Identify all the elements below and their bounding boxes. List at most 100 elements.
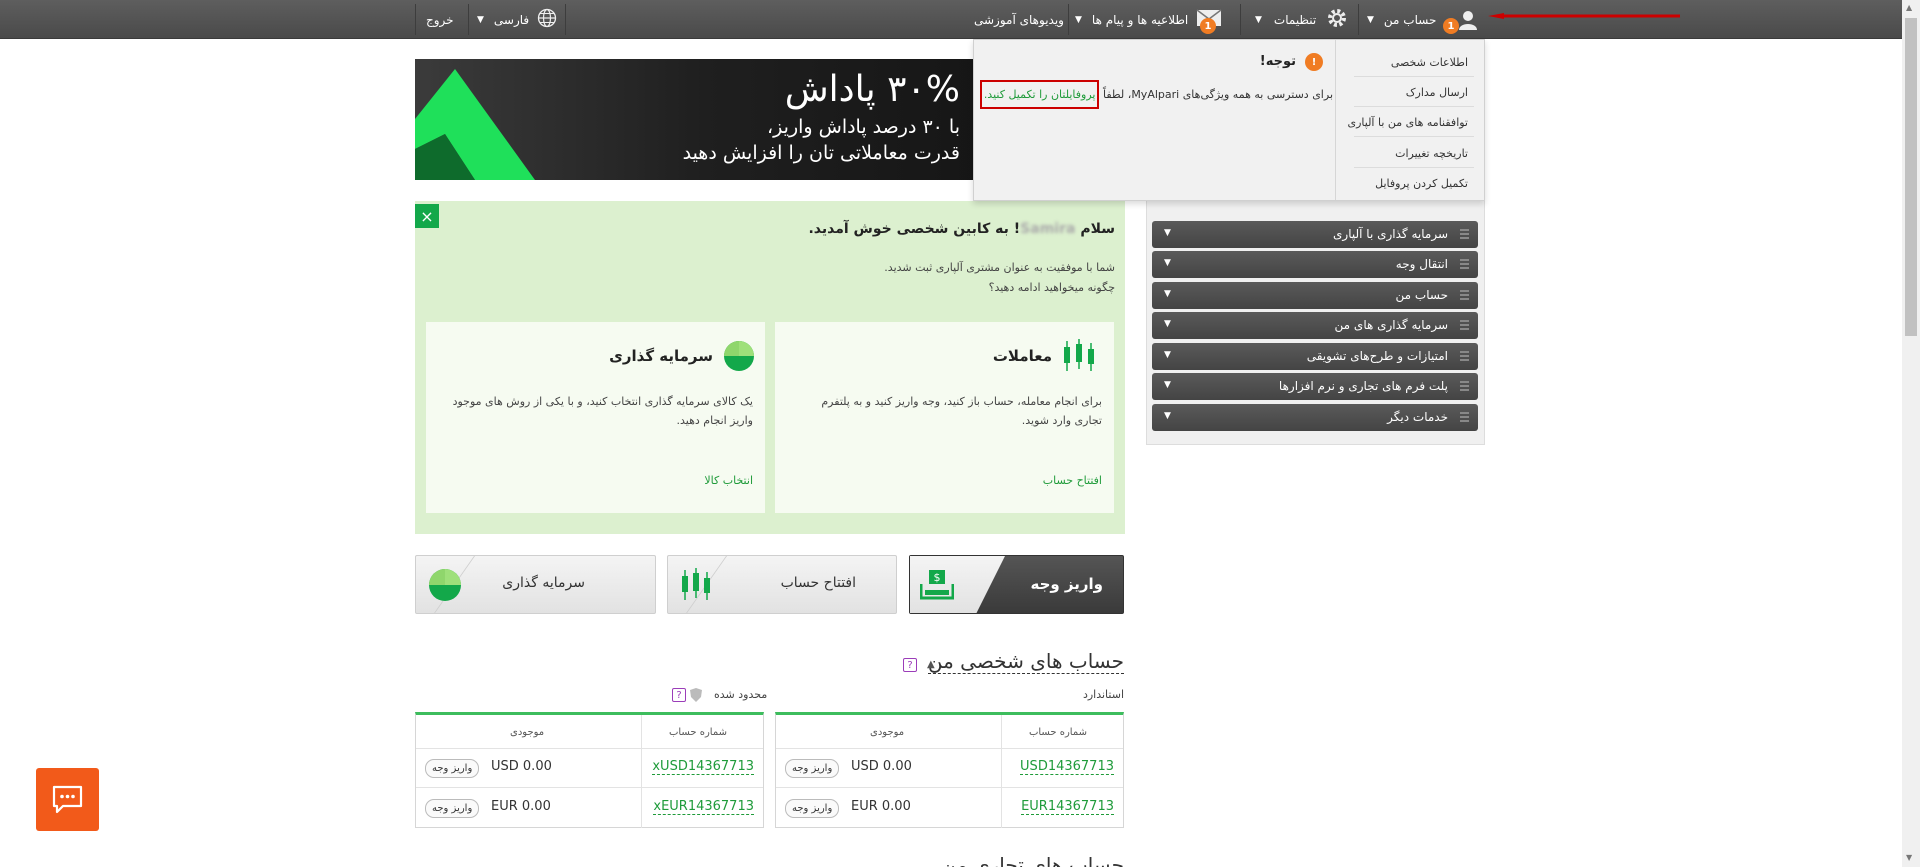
- banner-arrow-graphic: [415, 69, 535, 180]
- chat-bubble-icon: [52, 785, 83, 814]
- account-link-eur[interactable]: EUR14367713: [1021, 799, 1114, 815]
- deposit-small-button[interactable]: واریز وجه: [785, 759, 840, 778]
- deposit-icon: $: [920, 570, 954, 600]
- balance-usd: USD 0.00: [491, 759, 552, 774]
- chevron-down-icon: ▼: [1164, 319, 1171, 329]
- sidebar-item-platforms[interactable]: پلت فرم های تجاری و نرم افزارها ▼: [1152, 373, 1478, 400]
- chevron-down-icon: ▼: [1164, 350, 1171, 360]
- grip-icon: [1460, 320, 1469, 330]
- my-account-menu[interactable]: ▼ حساب من: [1367, 0, 1442, 39]
- settings-menu[interactable]: ▼ تنظیمات: [1255, 0, 1351, 39]
- limited-accounts-table: شماره حساب موجودی xUSD14367713 USD 0.00 …: [415, 712, 764, 828]
- close-icon[interactable]: ×: [415, 204, 439, 228]
- row-divider: [776, 748, 1123, 749]
- welcome-line-1: شما با موفقیت به عنوان مشتری آلپاری ثبت …: [884, 261, 1115, 274]
- account-link-xeur[interactable]: xEUR14367713: [653, 799, 754, 815]
- column-header-account: شماره حساب: [1028, 727, 1087, 738]
- live-chat-button[interactable]: [36, 768, 99, 831]
- deposit-small-button[interactable]: واریز وجه: [785, 799, 840, 818]
- row-divider: [416, 787, 763, 788]
- column-divider: [641, 715, 642, 828]
- divider: [1068, 4, 1069, 35]
- help-icon[interactable]: ?: [903, 658, 917, 672]
- row-divider: [416, 748, 763, 749]
- deposit-button[interactable]: $ واریز وجه: [909, 555, 1124, 614]
- banner-title: ۳۰% پاداش: [784, 69, 960, 110]
- deposit-small-button[interactable]: واریز وجه: [425, 799, 480, 818]
- personal-accounts-title[interactable]: حساب های شخصی من: [927, 649, 1124, 674]
- column-header-account: شماره حساب: [668, 727, 727, 738]
- chevron-down-icon: ▼: [1164, 380, 1171, 390]
- language-selector[interactable]: ▼ فارسی: [477, 0, 557, 39]
- warning-icon: !: [1305, 53, 1323, 71]
- choose-product-link[interactable]: انتخاب کالا: [704, 474, 753, 487]
- divider: [1354, 167, 1474, 168]
- collapse-arrow-icon[interactable]: ▲: [927, 659, 935, 670]
- greeting-name: Samira: [1020, 221, 1076, 237]
- welcome-panel: سلام Samira! به کابین شخصی خوش آمدید. شم…: [415, 201, 1125, 534]
- complete-profile-link[interactable]: پروفایلتان را تکمیل کنید.: [979, 80, 1100, 109]
- open-account-label: افتتاح حساب: [780, 575, 856, 591]
- greeting-suffix: ! به کابین شخصی خوش آمدید.: [808, 221, 1021, 237]
- investment-card-text: یک کالای سرمایه گذاری انتخاب کنید، و با …: [452, 395, 753, 427]
- help-icon[interactable]: ?: [672, 688, 686, 702]
- divider: [1354, 106, 1474, 107]
- sidebar-item-label: سرمایه گذاری های من: [1334, 318, 1448, 332]
- sidebar-item-my-investments[interactable]: سرمایه گذاری های من ▼: [1152, 312, 1478, 339]
- divider: [415, 4, 416, 35]
- menu-item-complete-profile[interactable]: تکمیل کردن پروفایل: [1375, 177, 1468, 190]
- deposit-small-button[interactable]: واریز وجه: [425, 759, 480, 778]
- sidebar-item-my-account[interactable]: حساب من ▼: [1152, 282, 1478, 309]
- standard-label: استاندارد: [1082, 688, 1124, 701]
- logout-link[interactable]: خروج: [426, 0, 464, 39]
- sidebar-item-invest-with-alpari[interactable]: سرمایه گذاری با آلپاری ▼: [1152, 221, 1478, 248]
- logout-label: خروج: [426, 12, 454, 27]
- menu-item-my-agreements[interactable]: توافقنامه های من با آلپاری: [1347, 116, 1468, 129]
- menu-item-change-history[interactable]: تاریخچه تغییرات: [1395, 147, 1468, 160]
- grip-icon: [1460, 290, 1469, 300]
- open-account-button[interactable]: افتتاح حساب: [667, 555, 897, 614]
- sidebar-item-label: امتیازات و طرح‌های تشویقی: [1306, 349, 1448, 363]
- trading-accounts-title[interactable]: حساب های تجاری من: [942, 853, 1124, 867]
- balance-usd: USD 0.00: [851, 759, 912, 774]
- trading-card-title: معاملات: [992, 347, 1052, 365]
- chevron-down-icon: ▼: [477, 14, 484, 25]
- scrollbar-thumb[interactable]: [1905, 18, 1917, 336]
- account-link-usd[interactable]: USD14367713: [1020, 759, 1114, 775]
- chevron-down-icon: ▼: [1255, 14, 1262, 25]
- grip-icon: [1460, 259, 1469, 269]
- investment-card: سرمایه گذاری یک کالای سرمایه گذاری انتخا…: [426, 322, 765, 513]
- sidebar-item-label: پلت فرم های تجاری و نرم افزارها: [1278, 379, 1448, 393]
- open-account-link[interactable]: افتتاح حساب: [1043, 474, 1102, 487]
- scroll-down-arrow-icon[interactable]: ▼: [1906, 853, 1912, 862]
- welcome-greeting: سلام Samira! به کابین شخصی خوش آمدید.: [808, 221, 1115, 237]
- pie-chart-icon: [724, 341, 754, 371]
- shield-icon: [690, 688, 702, 702]
- pie-chart-icon: [429, 569, 461, 601]
- svg-text:$: $: [934, 571, 941, 584]
- red-arrow-annotation: [1488, 13, 1680, 19]
- welcome-line-2: چگونه میخواهید ادامه دهید؟: [988, 281, 1115, 294]
- scroll-up-arrow-icon[interactable]: ▲: [1906, 3, 1912, 12]
- chevron-down-icon: ▼: [1164, 258, 1171, 268]
- sidebar-item-bonuses[interactable]: امتیازات و طرح‌های تشویقی ▼: [1152, 343, 1478, 370]
- trading-card: معاملات برای انجام معامله، حساب باز کنید…: [775, 322, 1114, 513]
- balance-eur: EUR 0.00: [851, 799, 911, 814]
- account-link-xusd[interactable]: xUSD14367713: [652, 759, 754, 775]
- grip-icon: [1460, 229, 1469, 239]
- messages-notification-badge: 1: [1200, 18, 1216, 34]
- invest-button[interactable]: سرمایه گذاری: [415, 555, 656, 614]
- chevron-down-icon: ▼: [1164, 289, 1171, 299]
- standard-accounts-table: شماره حساب موجودی USD14367713 USD 0.00 و…: [775, 712, 1124, 828]
- balance-eur: EUR 0.00: [491, 799, 551, 814]
- candlestick-icon: [1064, 339, 1094, 371]
- tutorial-videos-link[interactable]: ویدیوهای آموزشی: [974, 0, 1064, 39]
- sidebar-item-fund-transfer[interactable]: انتقال وجه ▼: [1152, 251, 1478, 278]
- divider: [468, 4, 469, 35]
- divider: [1240, 4, 1241, 35]
- sidebar-item-other-services[interactable]: خدمات دیگر ▼: [1152, 404, 1478, 431]
- menu-item-personal-info[interactable]: اطلاعات شخصی: [1391, 56, 1468, 69]
- sidebar-item-label: سرمایه گذاری با آلپاری: [1333, 227, 1448, 241]
- user-avatar-icon[interactable]: [1456, 0, 1480, 39]
- menu-item-upload-documents[interactable]: ارسال مدارک: [1406, 86, 1468, 99]
